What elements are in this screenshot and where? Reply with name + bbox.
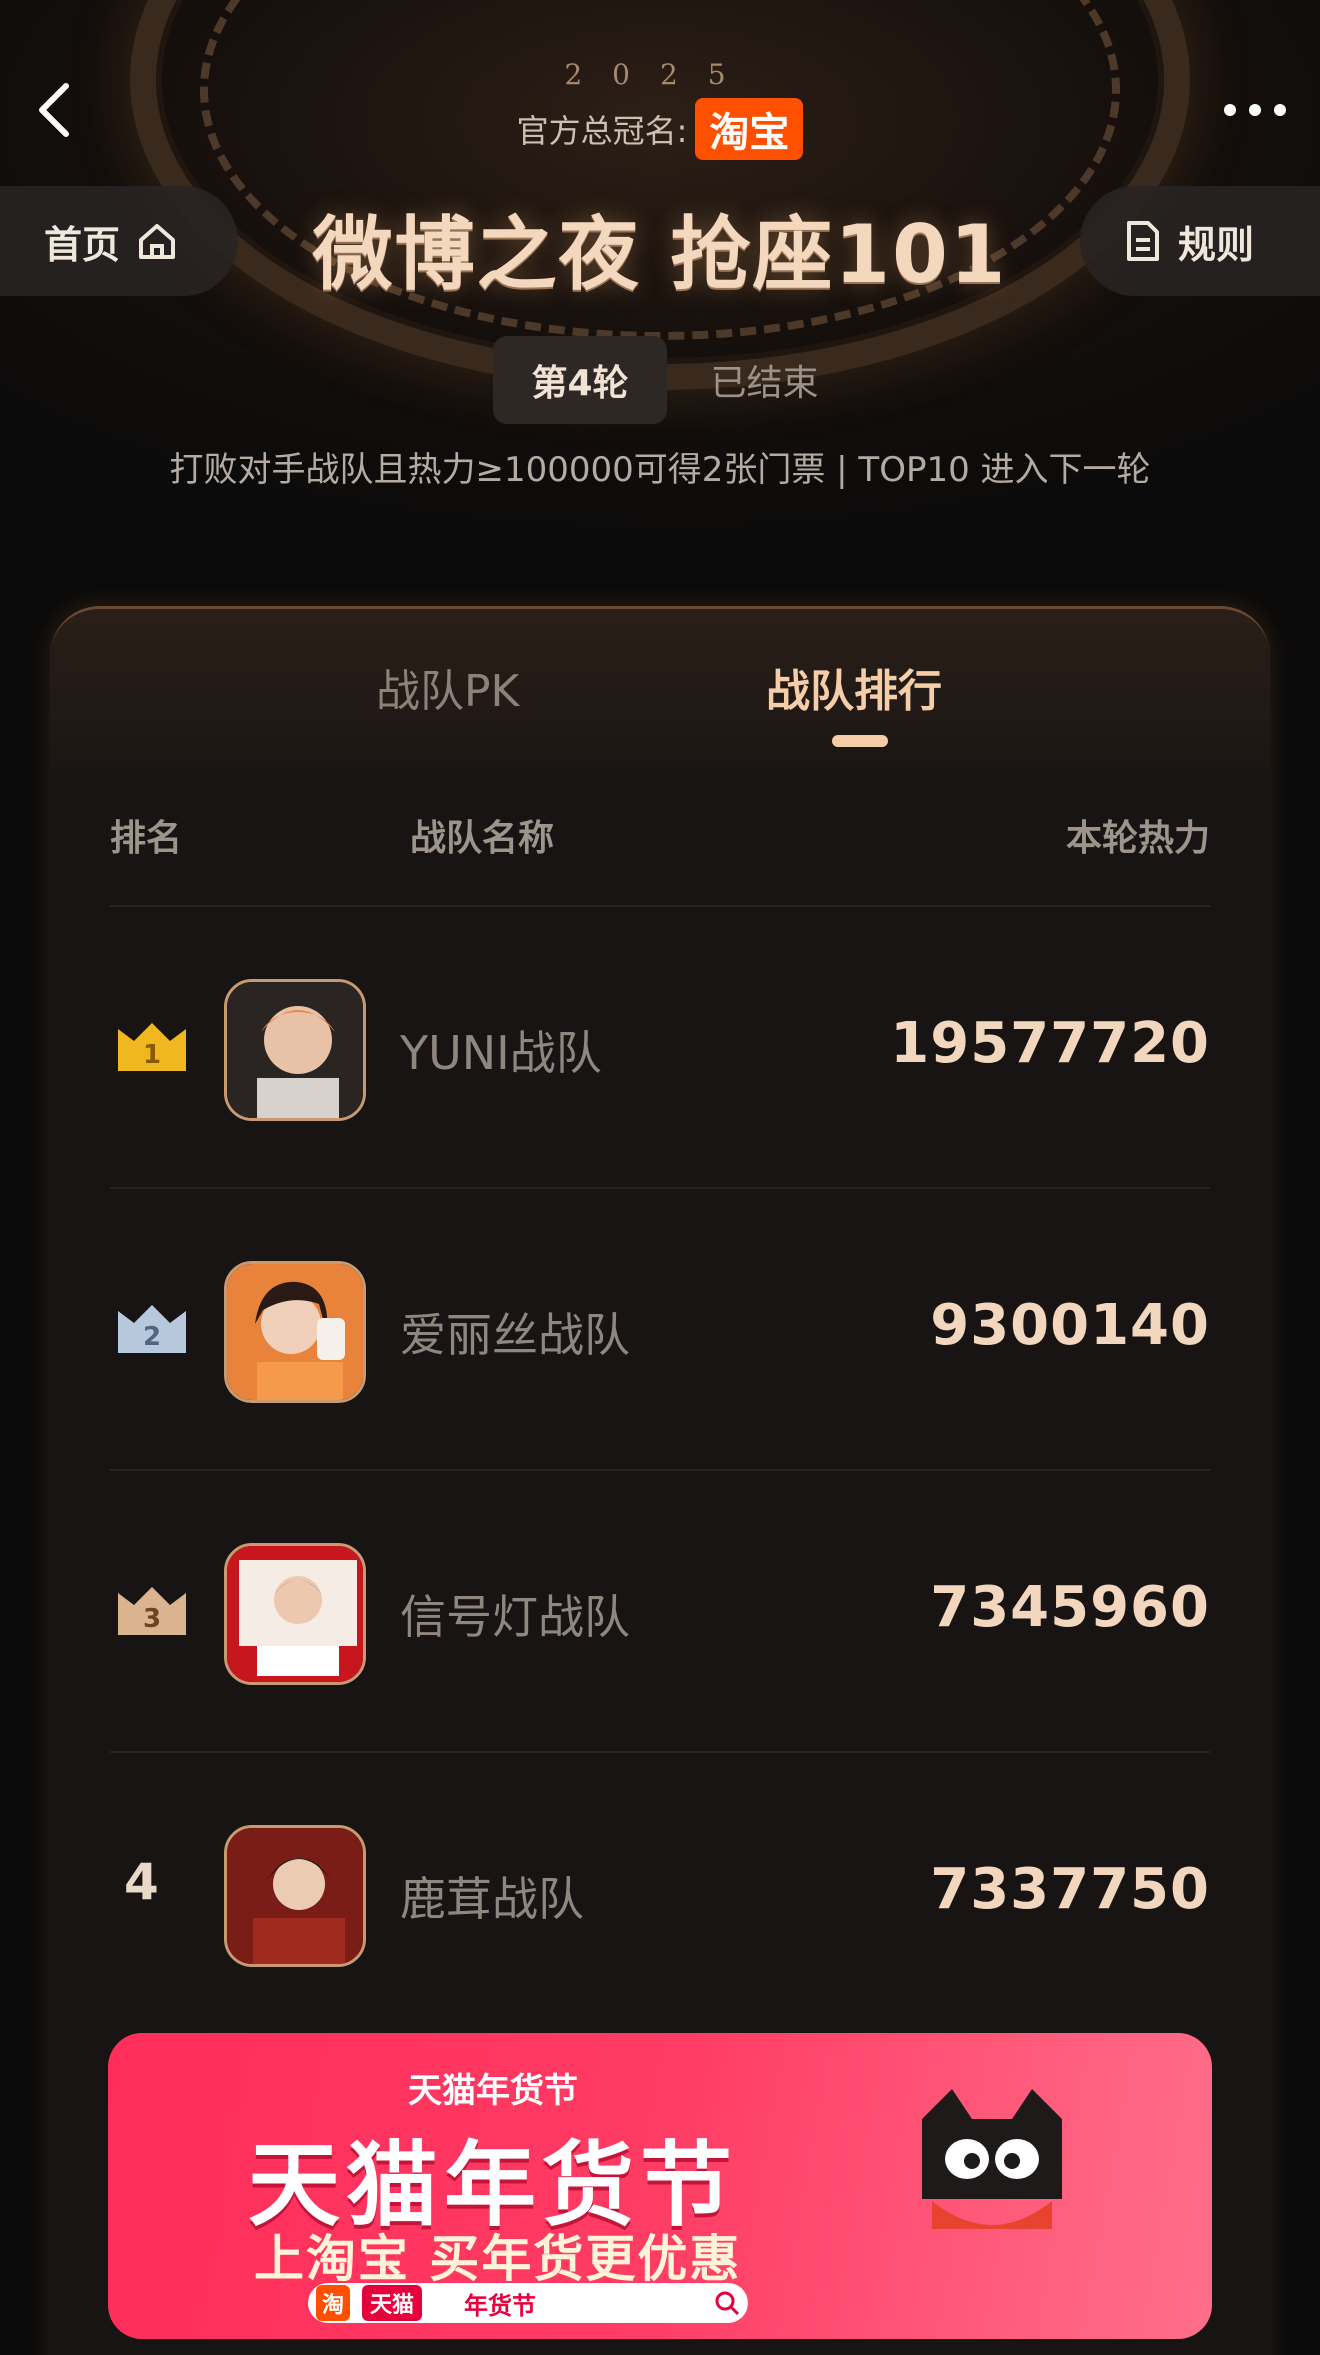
event-year: 2025 bbox=[564, 58, 756, 91]
table-row[interactable]: 2 爱丽丝战队 9300140 bbox=[110, 1189, 1210, 1471]
avatar[interactable] bbox=[224, 1261, 366, 1403]
page-title: 微博之夜 抢座101 bbox=[312, 208, 1008, 301]
taobao-mini-logo: 淘 bbox=[316, 2285, 351, 2321]
tmall-cat-mascot-icon bbox=[922, 2089, 1062, 2229]
sponsor-line: 官方总冠名: 淘宝 bbox=[0, 98, 1320, 160]
header-team-name: 战队名称 bbox=[410, 818, 555, 859]
table-header: 排名 战队名称 本轮热力 bbox=[110, 809, 1210, 889]
banner-subtitle: 上淘宝 买年货更优惠 bbox=[254, 2230, 742, 2288]
team-heat: 9300140 bbox=[930, 1293, 1210, 1358]
search-icon bbox=[715, 2291, 740, 2316]
table-row[interactable]: 4 鹿茸战队 7337750 bbox=[110, 1753, 1210, 2035]
banner-keyword: 年货节 bbox=[464, 2291, 537, 2320]
avatar[interactable] bbox=[224, 1825, 366, 1967]
rank-number: 4 bbox=[124, 1853, 159, 1911]
tmall-mini-logo: 天猫 bbox=[362, 2285, 423, 2321]
team-name: YUNI战队 bbox=[400, 1026, 602, 1080]
round-selector: 第4轮 已结束 bbox=[0, 336, 1320, 424]
team-heat: 7337750 bbox=[930, 1857, 1210, 1922]
taobao-logo: 淘宝 bbox=[695, 98, 804, 160]
rank-number: 3 bbox=[143, 1604, 161, 1634]
silver-crown-icon: 2 bbox=[118, 1305, 186, 1353]
sponsor-label: 官方总冠名: bbox=[516, 112, 688, 150]
avatar[interactable] bbox=[224, 1543, 366, 1685]
round-current[interactable]: 第4轮 bbox=[493, 336, 667, 424]
round-rule-text: 打败对手战队且热力≥100000可得2张门票 | TOP10 进入下一轮 bbox=[169, 450, 1151, 490]
tab-team-pk[interactable]: 战队PK bbox=[376, 655, 519, 719]
rank-number: 1 bbox=[143, 1040, 161, 1070]
table-row[interactable]: 1 YUNI战队 19577720 bbox=[110, 907, 1210, 1189]
tab-bar: 战队PK 战队排行 bbox=[50, 609, 1270, 769]
team-heat: 19577720 bbox=[890, 1011, 1210, 1076]
header-heat: 本轮热力 bbox=[1065, 818, 1210, 859]
banner-tag: 天猫年货节 bbox=[408, 2071, 578, 2111]
team-name: 信号灯战队 bbox=[400, 1590, 630, 1644]
team-name: 鹿茸战队 bbox=[400, 1872, 584, 1926]
gold-crown-icon: 1 bbox=[118, 1023, 186, 1071]
page: 2025 官方总冠名: 淘宝 首页 规则 微博之夜 抢座101 第4轮 已结束 bbox=[0, 0, 1320, 2355]
tab-team-ranking[interactable]: 战队排行 bbox=[766, 655, 942, 719]
active-tab-indicator bbox=[832, 735, 888, 747]
table-row[interactable]: 3 信号灯战队 7345960 bbox=[110, 1471, 1210, 1753]
round-status: 已结束 bbox=[710, 363, 819, 404]
team-name: 爱丽丝战队 bbox=[400, 1308, 630, 1362]
team-heat: 7345960 bbox=[930, 1575, 1210, 1640]
banner-search-bar: 淘 天猫 年货节 bbox=[308, 2283, 748, 2323]
ranking-panel: 战队PK 战队排行 排名 战队名称 本轮热力 1 YUNI战队 19577720… bbox=[50, 606, 1270, 2355]
rank-number: 2 bbox=[143, 1322, 161, 1352]
bronze-crown-icon: 3 bbox=[118, 1587, 186, 1635]
avatar-image bbox=[227, 1264, 363, 1400]
tmall-promo-banner[interactable]: 天猫年货节 天猫年货节 上淘宝 买年货更优惠 淘 天猫 年货节 bbox=[108, 2033, 1212, 2339]
avatar-image bbox=[227, 1546, 363, 1682]
avatar[interactable] bbox=[224, 979, 366, 1121]
avatar-image bbox=[227, 982, 363, 1118]
avatar-image bbox=[227, 1828, 363, 1964]
header-rank: 排名 bbox=[110, 818, 183, 859]
